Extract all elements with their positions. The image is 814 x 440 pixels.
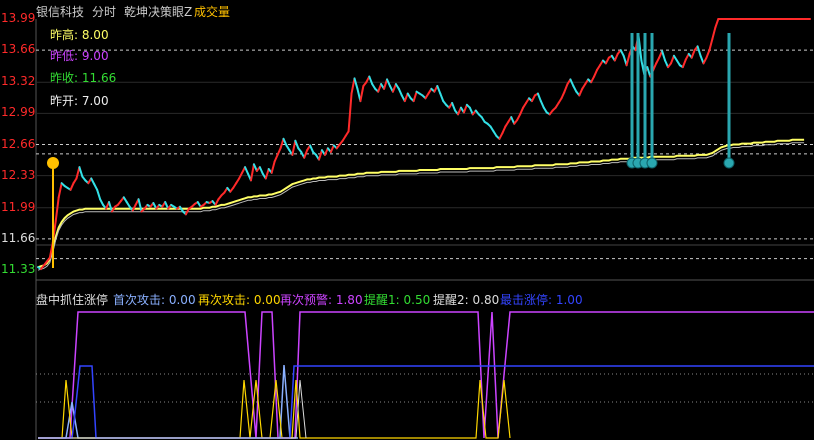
second-warning-curve bbox=[38, 311, 814, 439]
price-segment bbox=[264, 168, 270, 180]
price-segment bbox=[270, 160, 276, 174]
price-segment bbox=[244, 166, 250, 175]
price-segment bbox=[273, 153, 279, 163]
price-segment bbox=[578, 87, 584, 97]
price-segment bbox=[652, 62, 658, 71]
price-segment bbox=[353, 77, 359, 90]
price-segment bbox=[613, 52, 619, 62]
price-segment bbox=[451, 101, 457, 112]
remind2-value: 提醒2: 0.80 bbox=[433, 293, 500, 307]
price-segment bbox=[690, 49, 696, 59]
price-chart-svg[interactable] bbox=[0, 0, 814, 440]
price-segment bbox=[439, 92, 445, 103]
start-arrow-head bbox=[47, 157, 59, 169]
y-tick-label: 12.33 bbox=[1, 167, 36, 182]
price-segment bbox=[536, 92, 542, 103]
price-segment bbox=[107, 201, 113, 213]
price-segment bbox=[462, 103, 468, 114]
price-segment bbox=[708, 37, 714, 52]
prev-open-label: 昨开: 7.00 bbox=[50, 94, 109, 108]
price-segment bbox=[249, 163, 255, 182]
second-warning-value: 再次预警: 1.80 bbox=[280, 293, 363, 307]
price-segment bbox=[625, 52, 631, 67]
limit-marker-dot bbox=[646, 157, 658, 169]
y-tick-label: 12.66 bbox=[1, 136, 36, 151]
price-segment bbox=[397, 87, 403, 97]
price-segment bbox=[276, 147, 282, 156]
price-segment bbox=[412, 90, 418, 103]
price-segment bbox=[501, 125, 507, 135]
y-tick-label: 13.99 bbox=[1, 11, 36, 25]
avg-shadow-line bbox=[37, 142, 805, 271]
price-segment bbox=[258, 166, 264, 175]
limit-marker-dot bbox=[723, 157, 735, 169]
price-segment bbox=[681, 58, 687, 69]
indicator-panel-title: 盘中抓住涨停 bbox=[36, 293, 109, 307]
prev-low-label: 昨低: 9.00 bbox=[50, 49, 109, 63]
price-segment bbox=[317, 149, 323, 161]
price-segment bbox=[593, 68, 599, 78]
price-segment bbox=[539, 100, 545, 109]
price-segment bbox=[359, 84, 365, 103]
price-segment bbox=[661, 50, 667, 62]
second-attack-value: 再次攻击: 0.00 bbox=[198, 293, 281, 307]
price-segment bbox=[563, 83, 569, 93]
first-attack-value: 首次攻击: 0.00 bbox=[113, 293, 196, 307]
remind1-value: 提醒1: 0.50 bbox=[364, 293, 431, 307]
prev-high-label: 昨高: 8.00 bbox=[50, 28, 109, 42]
y-tick-label: 12.99 bbox=[1, 105, 36, 120]
price-segment bbox=[696, 45, 702, 57]
price-segment bbox=[714, 18, 720, 29]
prev-close-label: 昨收: 11.66 bbox=[50, 71, 117, 85]
price-segment bbox=[386, 78, 391, 87]
price-segment bbox=[368, 75, 374, 86]
price-segment bbox=[303, 149, 309, 159]
break-limit-curve bbox=[38, 365, 814, 439]
y-tick-label: 13.32 bbox=[1, 74, 36, 89]
price-segment bbox=[291, 139, 297, 156]
intraday-chart-window: 银信科技 分时 乾坤决策眼Z 成交量 13.99 13.66 13.32 12.99 1… bbox=[0, 0, 814, 440]
price-segment bbox=[705, 49, 711, 59]
price-segment bbox=[329, 144, 335, 154]
y-tick-label: 11.99 bbox=[1, 199, 36, 214]
price-segment bbox=[54, 196, 60, 222]
price-segment bbox=[309, 144, 315, 154]
price-segment bbox=[294, 139, 300, 150]
price-segment bbox=[96, 188, 102, 201]
price-segment bbox=[569, 78, 575, 87]
break-limit-value: 最击涨停: 1.00 bbox=[500, 293, 583, 307]
second-attack-curve bbox=[38, 379, 511, 439]
price-segment bbox=[350, 77, 356, 95]
price-segment bbox=[57, 182, 63, 199]
price-segment bbox=[347, 92, 353, 133]
y-tick-label: 11.33 bbox=[1, 262, 36, 276]
price-segment bbox=[436, 84, 442, 95]
y-tick-label: 13.66 bbox=[1, 42, 36, 57]
y-tick-label: 11.66 bbox=[1, 230, 36, 245]
price-segment bbox=[711, 26, 717, 40]
price-segment bbox=[69, 182, 75, 191]
price-segment bbox=[560, 90, 566, 100]
